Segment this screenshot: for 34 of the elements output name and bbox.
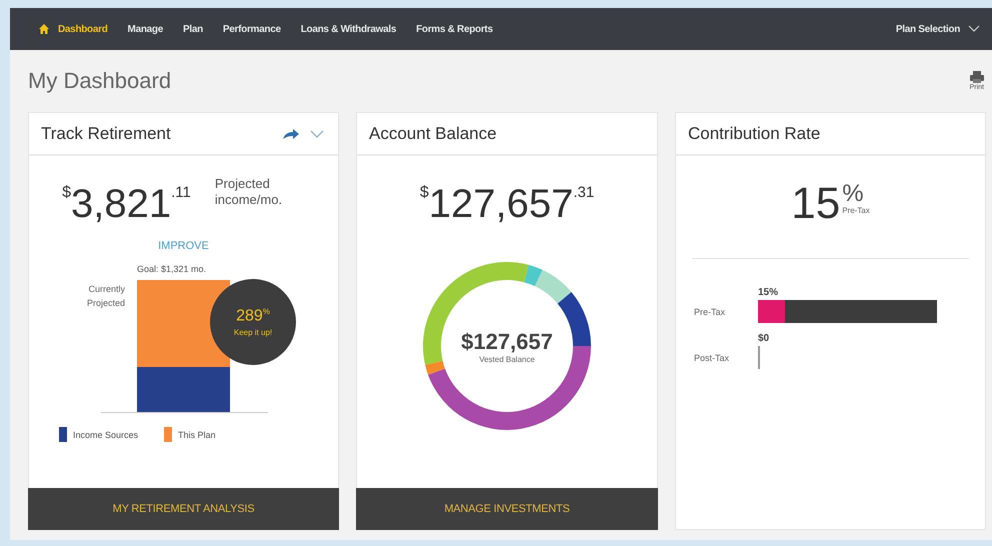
chevron-down-icon xyxy=(968,25,980,33)
amount-label: Projected income/mo. xyxy=(214,176,284,208)
vested-balance-amount: $127,657 xyxy=(461,328,553,354)
rate-label: Pre-Tax xyxy=(842,206,870,215)
nav-tab[interactable]: Performance xyxy=(222,24,281,34)
nav-tab[interactable]: Dashboard xyxy=(58,24,108,34)
projected-income-amount: $^{$}$3,821$^{.11}$ xyxy=(62,184,191,224)
plan-selection-menu[interactable]: Plan Selection xyxy=(896,24,980,34)
legend-label: This Plan xyxy=(178,430,216,440)
currently-projected-label: Currently Projected xyxy=(86,283,125,310)
zero-marker xyxy=(758,346,760,369)
legend-label: Income Sources xyxy=(73,430,138,440)
vested-balance-label: Vested Balance xyxy=(479,354,535,364)
goal-label: Goal: $1,321 mo. xyxy=(136,264,208,274)
percent-sign: % xyxy=(842,182,865,206)
page-title: My Dashboard xyxy=(28,68,172,94)
nav-tab[interactable]: Plan xyxy=(182,24,203,34)
card-title: Account Balance xyxy=(369,124,497,144)
nav-tab[interactable]: Loans & Withdrawals xyxy=(300,24,396,34)
contribution-value: $0 xyxy=(758,333,770,344)
balance-amount: $^{$}$127,657$^{.31}$ xyxy=(420,184,594,224)
contribution-type-label: Pre-Tax xyxy=(694,307,726,319)
card-title: Track Retirement xyxy=(41,124,171,144)
retirement-analysis-button[interactable]: MY RETIREMENT ANALYSIS xyxy=(28,488,339,530)
progress-badge: 289$^{%}$ Keep it up! xyxy=(210,279,296,365)
share-arrow-icon[interactable] xyxy=(282,128,300,140)
manage-investments-button[interactable]: MANAGE INVESTMENTS xyxy=(356,488,658,530)
home-icon[interactable] xyxy=(38,23,50,35)
contribution-type-label: Post-Tax xyxy=(694,353,730,365)
nav-tab[interactable]: Manage xyxy=(128,24,163,34)
nav-tab[interactable]: Forms & Reports xyxy=(416,24,493,34)
contribution-value: 15% xyxy=(758,287,780,298)
contribution-rate-value: 15 xyxy=(791,182,840,226)
card-title: Contribution Rate xyxy=(688,124,820,144)
